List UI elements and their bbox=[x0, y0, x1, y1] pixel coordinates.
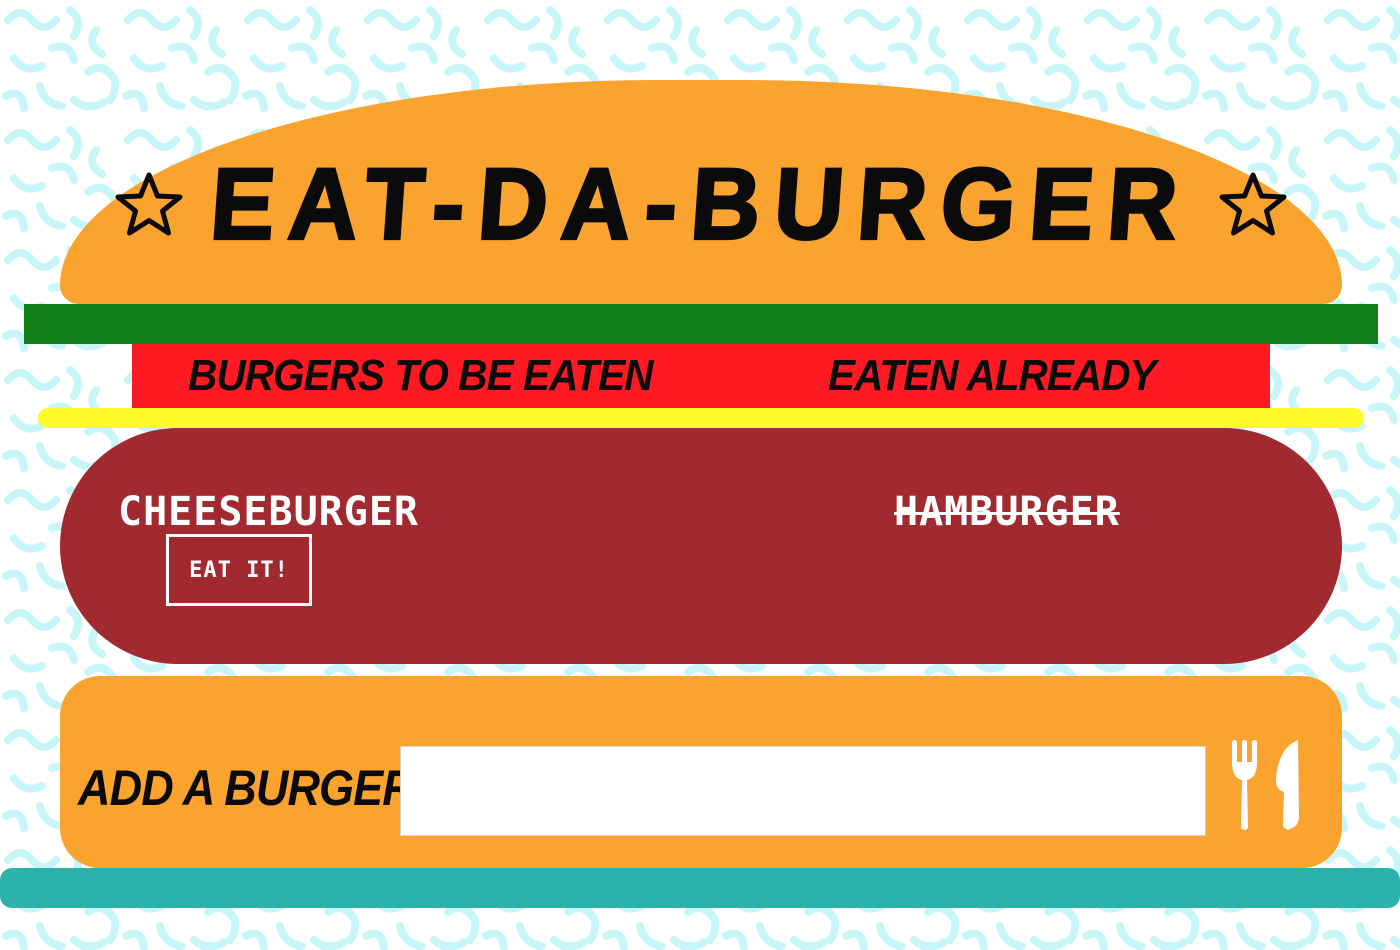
eaten-burger-name: HAMBURGER bbox=[894, 489, 1120, 535]
eat-it-button[interactable]: EAT IT! bbox=[166, 534, 312, 606]
column-headings-bar: BURGERS TO BE EATEN EATEN ALREADY bbox=[132, 344, 1270, 408]
title-row: EAT-DA-BURGER bbox=[113, 147, 1289, 262]
add-burger-form: ADD A BURGER: bbox=[60, 676, 1342, 868]
eaten-column-heading: EATEN ALREADY bbox=[828, 351, 1157, 400]
star-icon bbox=[1219, 172, 1287, 236]
uneaten-column-heading: BURGERS TO BE EATEN bbox=[188, 351, 654, 400]
uneaten-burger-name: CHEESEBURGER bbox=[118, 489, 419, 535]
add-burger-label: ADD A BURGER: bbox=[78, 760, 429, 816]
lettuce-divider bbox=[24, 304, 1378, 344]
cheese-divider bbox=[38, 408, 1364, 428]
submit-burger-button[interactable] bbox=[1224, 736, 1314, 836]
utensils-icon bbox=[1232, 740, 1299, 830]
page-title: EAT-DA-BURGER bbox=[205, 147, 1196, 262]
burger-lists-panel: CHEESEBURGER EAT IT! HAMBURGER bbox=[60, 428, 1342, 664]
plate-base bbox=[0, 868, 1400, 908]
star-icon bbox=[115, 172, 183, 236]
burger-name-input[interactable] bbox=[400, 746, 1206, 836]
